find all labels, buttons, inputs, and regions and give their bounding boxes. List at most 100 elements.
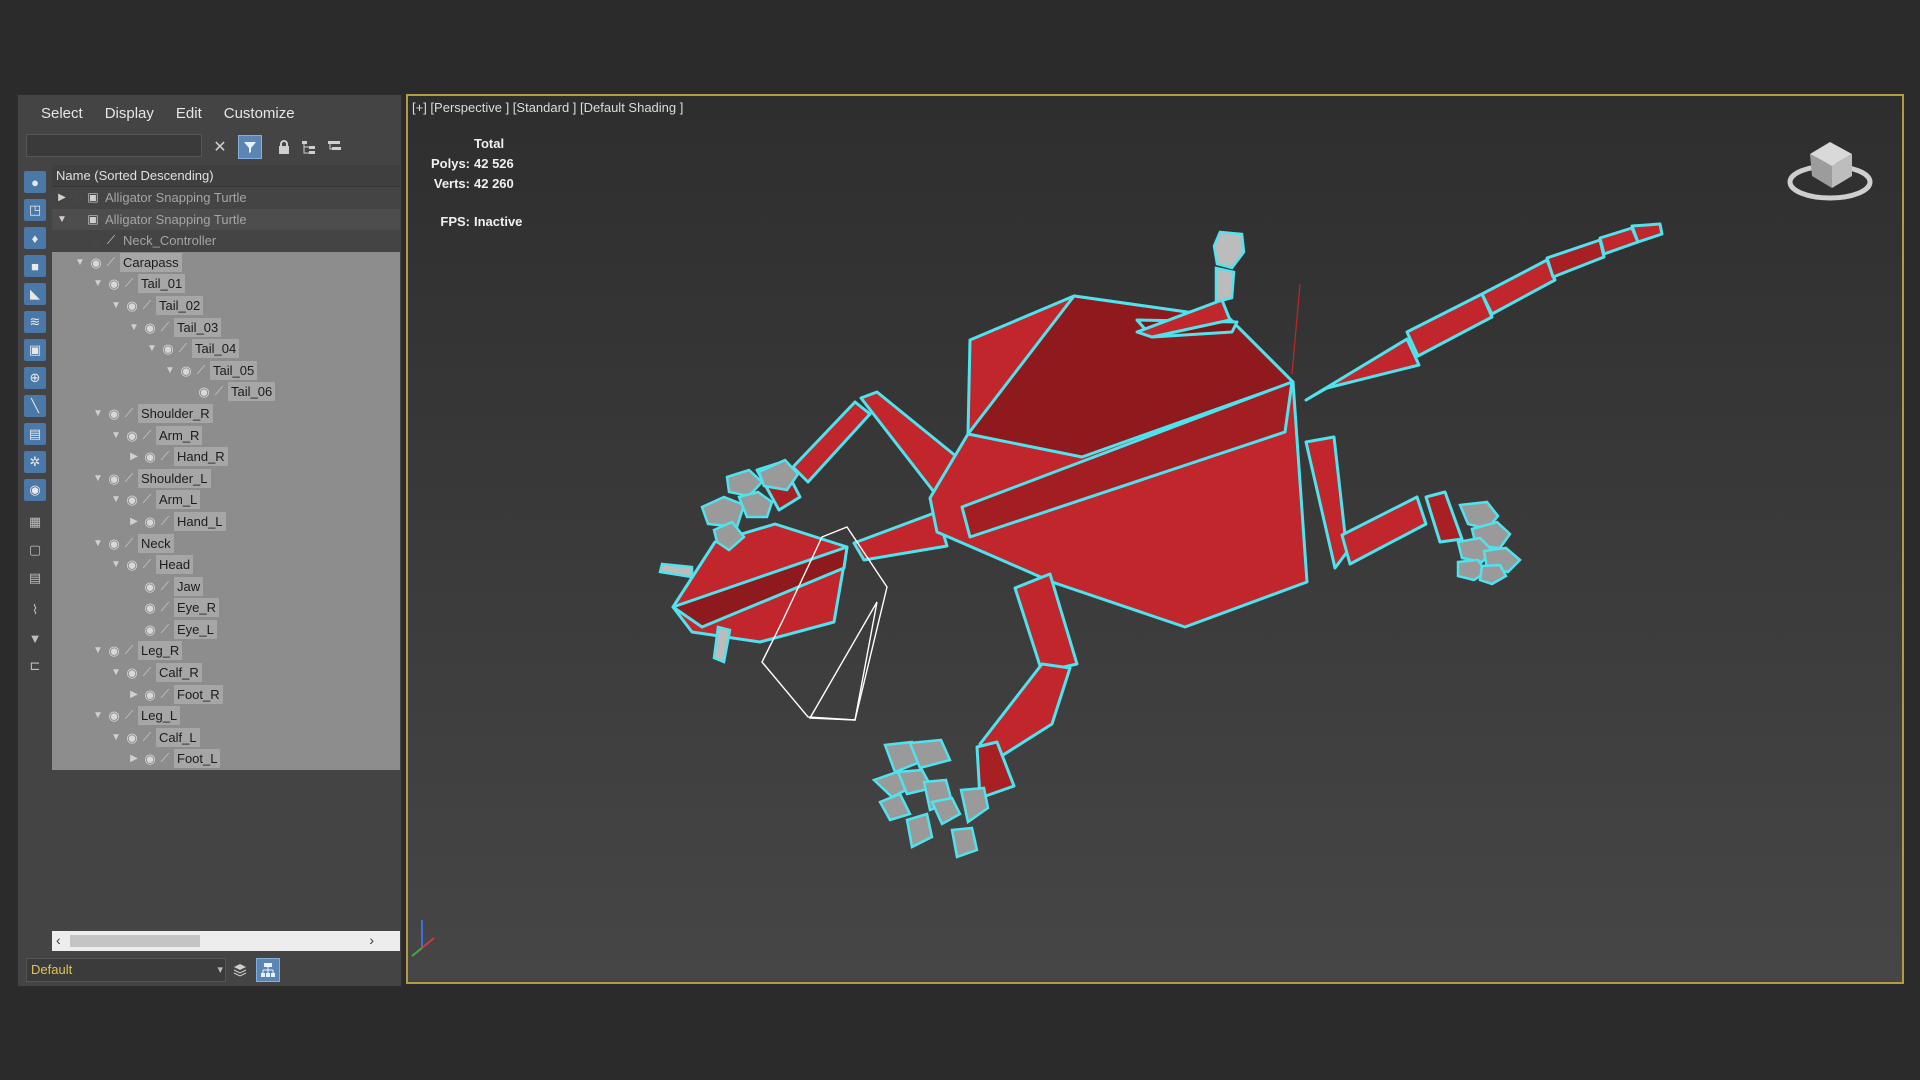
display-lights-icon[interactable]: ♦ [24,227,46,249]
collapse-arrow-icon[interactable]: ▼ [110,554,122,576]
tree-row[interactable]: ▼ ◉ ⟋ Shoulder_R [52,402,400,425]
perspective-viewport[interactable]: [+] [Perspective ] [Standard ] [Default … [406,94,1904,984]
display-xrefs-icon[interactable]: ⊕ [24,367,46,389]
menu-select[interactable]: Select [30,99,94,126]
selection-set-icon[interactable]: ⊏ [24,655,46,677]
tree-row[interactable]: ▼ ◉ ⟋ Calf_R [52,662,400,684]
visibility-eye-icon[interactable]: ◉ [124,425,140,447]
display-hidden-icon[interactable]: ◉ [24,479,46,501]
clear-search-icon[interactable]: ✕ [208,135,232,159]
horizontal-scrollbar[interactable]: ‹ › [52,931,400,951]
layers-icon[interactable] [228,958,252,982]
visibility-eye-icon[interactable]: ◉ [142,317,158,339]
tree-row[interactable]: ▶ ◌ ▣ Alligator Snapping Turtle [52,187,400,209]
tree-row[interactable]: ◉ ⟋ Jaw [52,575,400,598]
collapse-arrow-icon[interactable]: ▼ [128,317,140,339]
expand-arrow-icon[interactable]: ▶ [128,511,140,533]
visibility-eye-icon[interactable]: ◉ [142,446,158,468]
filter-icon[interactable]: ⌇ [24,599,46,621]
menu-customize[interactable]: Customize [213,99,306,126]
expand-hierarchy-icon[interactable] [297,135,321,159]
display-cameras-icon[interactable]: ■ [24,255,46,277]
display-spacewarps-icon[interactable]: ≋ [24,311,46,333]
tree-row[interactable]: ▼ ◉ ⟋ Leg_L [52,705,400,727]
tree-row[interactable]: ◉ ⟋ Eye_R [52,597,400,619]
tree-row[interactable]: ▶ ◉ ⟋ Foot_R [52,683,400,706]
layer-dropdown[interactable]: Default ▾ [26,958,226,982]
tree-row[interactable]: ▼ ◉ ⟋ Head [52,554,400,576]
filter-toggle-icon[interactable] [238,135,262,159]
visibility-eye-icon[interactable]: ◉ [124,727,140,749]
expand-arrow-icon[interactable]: ▶ [128,446,140,468]
menu-display[interactable]: Display [94,99,165,126]
scrollbar-thumb[interactable] [70,935,200,947]
tree-row[interactable]: ◉ ⟋ Eye_L [52,618,400,641]
display-helpers-icon[interactable]: ◣ [24,283,46,305]
visibility-eye-icon[interactable]: ◉ [106,533,122,555]
collapse-arrow-icon[interactable]: ▼ [92,273,104,295]
display-bones-icon[interactable]: ╲ [24,395,46,417]
visibility-eye-icon[interactable]: ◉ [106,403,122,425]
visibility-eye-icon[interactable]: ◉ [178,360,194,382]
tree-row[interactable]: ▼ ◉ ⟋ Tail_02 [52,294,400,317]
display-frozen-icon[interactable]: ✲ [24,451,46,473]
visibility-eye-icon[interactable]: ◉ [124,662,140,684]
collapse-arrow-icon[interactable]: ▼ [92,468,104,490]
scroll-right-icon[interactable]: › [369,932,374,948]
collapse-arrow-icon[interactable]: ▼ [92,533,104,555]
display-none-icon[interactable]: ▢ [24,539,46,561]
viewport-label[interactable]: [+] [Perspective ] [Standard ] [Default … [412,100,683,115]
collapse-arrow-icon[interactable]: ▼ [92,640,104,662]
display-groups-icon[interactable]: ▣ [24,339,46,361]
tree-row[interactable]: ▶ ◉ ⟋ Hand_R [52,446,400,468]
lock-icon[interactable] [272,135,296,159]
collapse-arrow-icon[interactable]: ▼ [56,209,68,231]
tree-row[interactable]: ▼ ◉ ⟋ Tail_03 [52,316,400,339]
hierarchy-mode-icon[interactable] [256,958,280,982]
filter-funnel-icon[interactable]: ▼ [24,627,46,649]
display-objects-icon[interactable]: ● [24,171,46,193]
collapse-arrow-icon[interactable]: ▼ [92,403,104,425]
expand-arrow-icon[interactable]: ▶ [128,684,140,706]
expand-arrow-icon[interactable]: ▶ [56,187,68,209]
tree-row[interactable]: ▼ ◉ ⟋ Neck [52,532,400,555]
tree-row[interactable]: ◉ ⟋ Tail_06 [52,381,400,403]
tree-row[interactable]: ▼ ◉ ⟋ Arm_R [52,424,400,447]
tree-row[interactable]: ▼ ◉ ⟋ Carapass [52,251,400,274]
tree-row[interactable]: ▼ ◉ ⟋ Calf_L [52,726,400,749]
visibility-eye-icon[interactable]: ◉ [106,468,122,490]
collapse-arrow-icon[interactable]: ▼ [74,252,86,274]
collapse-arrow-icon[interactable]: ▼ [110,662,122,684]
visibility-eye-icon[interactable]: ◉ [124,554,140,576]
visibility-eye-icon[interactable]: ◉ [106,705,122,727]
tree-column-header[interactable]: Name (Sorted Descending) [52,165,400,187]
display-containers-icon[interactable]: ▤ [24,423,46,445]
display-geometry-icon[interactable]: ◳ [24,199,46,221]
visibility-eye-icon[interactable]: ◌ [70,187,86,209]
tree-row[interactable]: ▼ ◉ ⟋ Tail_01 [52,273,400,295]
tree-row[interactable]: ▼ ◉ ⟋ Arm_L [52,489,400,511]
visibility-eye-icon[interactable]: ◉ [142,576,158,598]
display-all-icon[interactable]: ▦ [24,511,46,533]
tree-row[interactable]: ▼ ◉ ⟋ Tail_04 [52,338,400,360]
search-input[interactable] [26,134,202,157]
visibility-eye-icon[interactable]: ◉ [196,381,212,403]
tree-row[interactable]: ▼ ◌ ▣ Alligator Snapping Turtle [52,208,400,231]
collapse-arrow-icon[interactable]: ▼ [110,425,122,447]
visibility-eye-icon[interactable]: ◉ [142,511,158,533]
visibility-eye-icon[interactable]: ◉ [142,748,158,770]
display-invert-icon[interactable]: ▤ [24,567,46,589]
visibility-eye-icon[interactable]: ◉ [124,489,140,511]
collapse-arrow-icon[interactable]: ▼ [164,360,176,382]
visibility-eye-icon[interactable]: ◉ [106,640,122,662]
tree-row[interactable]: ◌ ⟋ Neck_Controller [52,230,400,252]
visibility-eye-icon[interactable]: ◉ [142,619,158,641]
collapse-arrow-icon[interactable]: ▼ [110,727,122,749]
turtle-rig-model[interactable] [408,96,1902,982]
collapse-hierarchy-icon[interactable] [323,135,347,159]
visibility-eye-icon[interactable]: ◉ [142,597,158,619]
collapse-arrow-icon[interactable]: ▼ [110,295,122,317]
visibility-eye-icon[interactable]: ◉ [142,684,158,706]
expand-arrow-icon[interactable]: ▶ [128,748,140,770]
collapse-arrow-icon[interactable]: ▼ [110,489,122,511]
